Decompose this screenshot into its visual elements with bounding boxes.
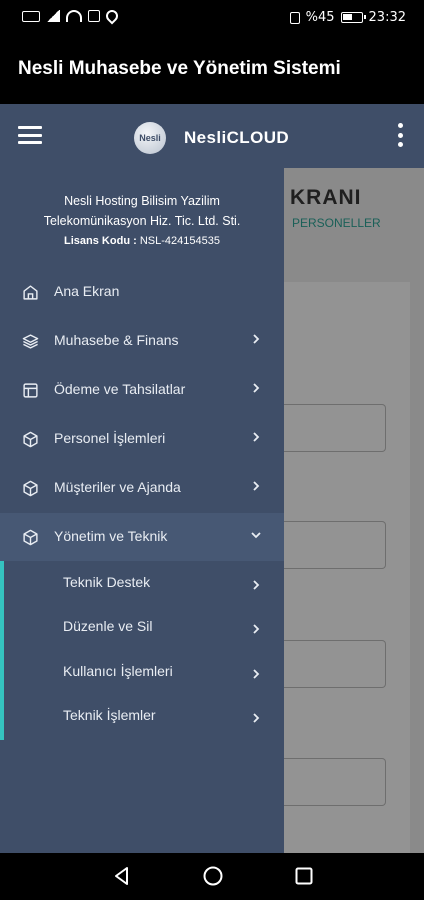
signal-icon — [46, 10, 60, 22]
form-field[interactable] — [282, 521, 386, 569]
status-icons-right: %45 23:32 — [289, 10, 406, 25]
submenu-item-teknik-islemler[interactable]: Teknik İşlemler — [0, 697, 284, 741]
menu-item-label: Müşteriler ve Ajanda — [54, 479, 181, 495]
battery-percent: %45 — [305, 10, 335, 25]
location-icon — [103, 7, 121, 25]
cube-icon — [23, 431, 38, 448]
chevron-right-icon — [253, 669, 260, 679]
clock: 23:32 — [368, 10, 406, 25]
form-field[interactable] — [282, 758, 386, 806]
layout-icon — [23, 383, 38, 398]
nfc-icon — [88, 10, 100, 22]
company-info: Nesli Hosting Bilisim Yazilim Telekomüni… — [0, 191, 284, 251]
submenu-item-label: Düzenle ve Sil — [63, 618, 153, 634]
license-label: Lisans Kodu : — [64, 235, 137, 247]
company-name-line2: Telekomünikasyon Hiz. Tic. Ltd. Sti. — [43, 214, 241, 228]
menu-item-ana-ekran[interactable]: Ana Ekran — [0, 268, 284, 316]
submenu-item-label: Teknik İşlemler — [63, 707, 156, 723]
chevron-right-icon — [253, 432, 260, 442]
form-field[interactable] — [282, 640, 386, 688]
chevron-right-icon — [253, 624, 260, 634]
chevron-right-icon — [253, 383, 260, 393]
menu-item-label: Muhasebe & Finans — [54, 332, 179, 348]
menu-item-personel-islemleri[interactable]: Personel İşlemleri — [0, 415, 284, 463]
cube-icon — [23, 529, 38, 546]
license-code: NSL-424154535 — [139, 235, 220, 247]
menu-item-musteriler-ajanda[interactable]: Müşteriler ve Ajanda — [0, 464, 284, 512]
chevron-down-icon — [251, 532, 261, 539]
more-options-icon[interactable] — [396, 123, 404, 147]
menu-item-yonetim-teknik[interactable]: Yönetim ve Teknik — [0, 513, 284, 561]
tab-personeller[interactable]: PERSONELLER — [292, 216, 381, 230]
battery-icon — [340, 12, 366, 23]
toolbar: Nesli NesliCLOUD — [0, 104, 424, 168]
menu-item-label: Yönetim ve Teknik — [54, 528, 168, 544]
submenu-item-label: Kullanıcı İşlemleri — [63, 663, 173, 679]
company-name-line1: Nesli Hosting Bilisim Yazilim — [64, 194, 220, 208]
navigation-drawer: Nesli Hosting Bilisim Yazilim Telekomüni… — [0, 168, 284, 853]
submenu-item-duzenle-sil[interactable]: Düzenle ve Sil — [0, 608, 284, 652]
chevron-right-icon — [253, 580, 260, 590]
logo-text: Nesli — [139, 133, 161, 143]
cube-icon — [23, 480, 38, 497]
menu-item-odeme-tahsilatlar[interactable]: Ödeme ve Tahsilatlar — [0, 366, 284, 414]
vibrate-icon — [289, 11, 300, 24]
back-icon[interactable] — [111, 865, 133, 887]
submenu-item-teknik-destek[interactable]: Teknik Destek — [0, 564, 284, 608]
form-field[interactable] — [282, 404, 386, 452]
sim-icon — [22, 10, 40, 22]
wifi-icon — [66, 10, 82, 22]
status-bar: %45 23:32 — [0, 0, 424, 36]
chevron-right-icon — [253, 713, 260, 723]
license-line: Lisans Kodu : NSL-424154535 — [0, 231, 284, 251]
home-icon — [23, 285, 38, 300]
menu-item-label: Ödeme ve Tahsilatlar — [54, 381, 186, 397]
logo: Nesli — [134, 122, 166, 154]
app-title: Nesli Muhasebe ve Yönetim Sistemi — [18, 58, 341, 79]
brand-name: NesliCLOUD — [184, 128, 290, 147]
recents-icon[interactable] — [293, 865, 315, 887]
page-title: KRANI — [290, 186, 362, 209]
home-nav-icon[interactable] — [202, 865, 224, 887]
layers-icon — [22, 334, 39, 349]
app-title-bar: Nesli Muhasebe ve Yönetim Sistemi — [0, 36, 424, 104]
chevron-right-icon — [253, 481, 260, 491]
menu-item-muhasebe-finans[interactable]: Muhasebe & Finans — [0, 317, 284, 365]
chevron-right-icon — [253, 334, 260, 344]
menu-icon[interactable] — [18, 126, 42, 144]
menu-item-label: Ana Ekran — [54, 283, 120, 299]
submenu-item-label: Teknik Destek — [63, 574, 151, 590]
submenu-item-kullanici-islemleri[interactable]: Kullanıcı İşlemleri — [0, 653, 284, 697]
menu-item-label: Personel İşlemleri — [54, 430, 166, 446]
status-icons-left — [22, 7, 121, 25]
system-nav-bar — [0, 853, 424, 900]
